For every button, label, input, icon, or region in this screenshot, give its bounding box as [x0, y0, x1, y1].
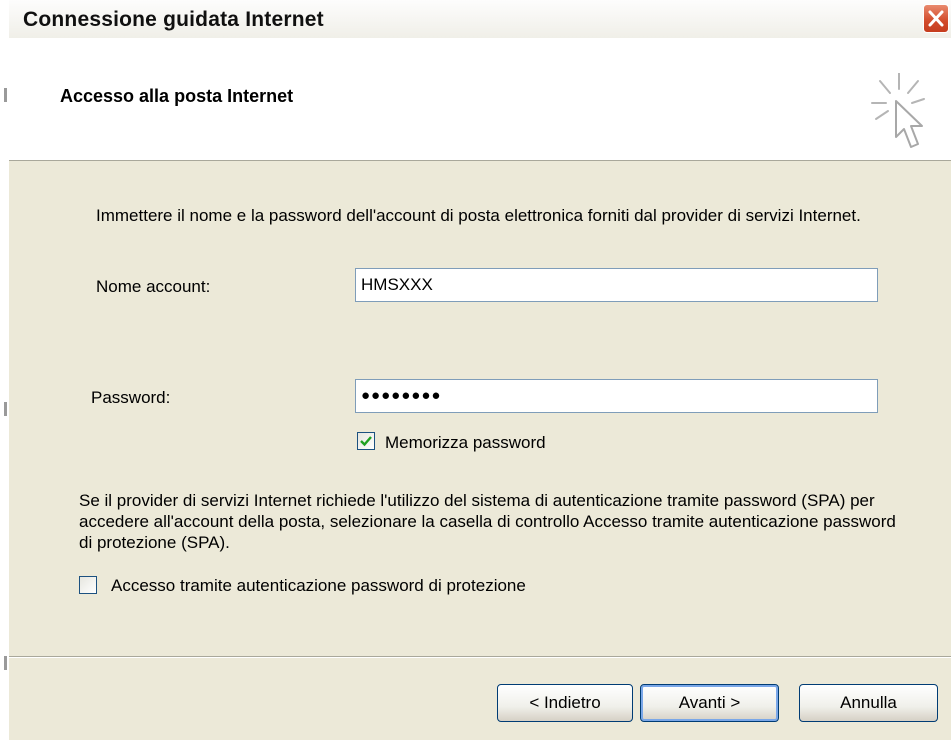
button-divider	[9, 656, 951, 658]
page-title: Accesso alla posta Internet	[60, 86, 294, 106]
background-window-edge	[0, 0, 9, 740]
title-bar[interactable]: Connessione guidata Internet	[9, 0, 951, 39]
cancel-button[interactable]: Annulla	[799, 684, 938, 722]
password-label: Password:	[91, 388, 171, 407]
intro-text: Immettere il nome e la password dell'acc…	[96, 206, 861, 225]
edge-mark	[4, 88, 7, 102]
wizard-cursor-icon	[871, 73, 925, 148]
remember-password-label[interactable]: Memorizza password	[385, 432, 546, 453]
close-button[interactable]	[923, 4, 949, 33]
checkmark-icon	[360, 436, 372, 447]
password-input[interactable]: ●●●●●●●●	[355, 379, 878, 413]
account-name-label: Nome account:	[96, 277, 211, 296]
window-title: Connessione guidata Internet	[23, 8, 324, 31]
back-button[interactable]: < Indietro	[497, 684, 633, 722]
close-icon	[928, 10, 944, 27]
wizard-header: Accesso alla posta Internet	[9, 38, 951, 161]
next-button[interactable]: Avanti >	[640, 684, 779, 722]
edge-mark	[4, 656, 7, 670]
spa-info-text: Se il provider di servizi Internet richi…	[79, 491, 896, 552]
spa-checkbox-label[interactable]: Accesso tramite autenticazione password …	[111, 575, 526, 596]
spa-checkbox[interactable]	[79, 576, 97, 594]
account-name-input[interactable]	[355, 268, 878, 302]
remember-password-checkbox[interactable]	[357, 432, 375, 450]
edge-mark	[4, 402, 7, 416]
